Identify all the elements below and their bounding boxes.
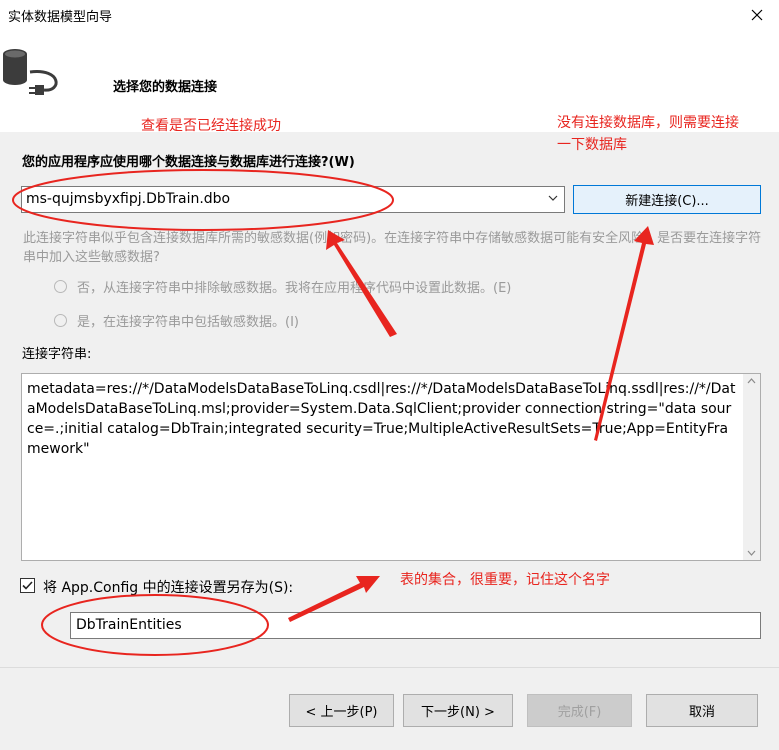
annotation-no-db-line1: 没有连接数据库，则需要连接 [557, 115, 739, 131]
cancel-button[interactable]: 取消 [646, 694, 758, 727]
connection-select[interactable]: ms-qujmsbyxfipj.DbTrain.dbo [21, 186, 565, 213]
finish-button[interactable]: 完成(F) [527, 694, 632, 727]
next-button[interactable]: 下一步(N) > [403, 694, 513, 727]
connection-question-label: 您的应用程序应使用哪个数据连接与数据库进行连接?(W) [22, 155, 355, 170]
chevron-down-icon[interactable] [747, 550, 756, 556]
close-icon [751, 9, 763, 21]
radio-include-label: 是，在连接字符串中包括敏感数据。(I) [77, 315, 299, 330]
database-connection-icon [3, 49, 58, 95]
connection-string-label: 连接字符串: [22, 347, 92, 362]
sensitive-data-warning: 此连接字符串似乎包含连接数据库所需的敏感数据(例如密码)。在连接字符串中存储敏感… [23, 231, 762, 265]
radio-circle [54, 280, 67, 293]
chevron-down-icon [548, 195, 558, 201]
radio-exclude-sensitive[interactable]: 否，从连接字符串中排除敏感数据。我将在应用程序代码中设置此数据。(E) [54, 277, 511, 296]
save-config-checkbox[interactable] [20, 578, 35, 593]
new-connection-button[interactable]: 新建连接(C)... [573, 185, 761, 214]
save-config-label: 将 App.Config 中的连接设置另存为(S): [43, 580, 294, 596]
checkmark-icon [22, 581, 33, 590]
connection-select-value: ms-qujmsbyxfipj.DbTrain.dbo [26, 191, 231, 207]
annotation-entity-set: 表的集合，很重要，记住这个名字 [400, 572, 610, 588]
window-title: 实体数据模型向导 [8, 10, 113, 25]
prev-button[interactable]: < 上一步(P) [289, 694, 394, 727]
annotation-check-connection: 查看是否已经连接成功 [141, 118, 281, 134]
close-button[interactable] [735, 0, 779, 30]
annotation-no-db-line2: 一下数据库 [557, 137, 627, 153]
entity-name-input[interactable]: DbTrainEntities [70, 612, 761, 639]
radio-exclude-label: 否，从连接字符串中排除敏感数据。我将在应用程序代码中设置此数据。(E) [77, 281, 512, 296]
connection-string-box[interactable]: metadata=res://*/DataModelsDataBaseToLin… [21, 373, 761, 561]
radio-circle [54, 314, 67, 327]
vertical-scrollbar[interactable] [743, 374, 760, 560]
divider [0, 667, 779, 668]
chevron-up-icon[interactable] [747, 378, 756, 384]
title-bar: 实体数据模型向导 [0, 0, 779, 30]
radio-include-sensitive[interactable]: 是，在连接字符串中包括敏感数据。(I) [54, 311, 299, 330]
connection-string-text: metadata=res://*/DataModelsDataBaseToLin… [27, 381, 736, 457]
page-title: 选择您的数据连接 [113, 80, 218, 95]
